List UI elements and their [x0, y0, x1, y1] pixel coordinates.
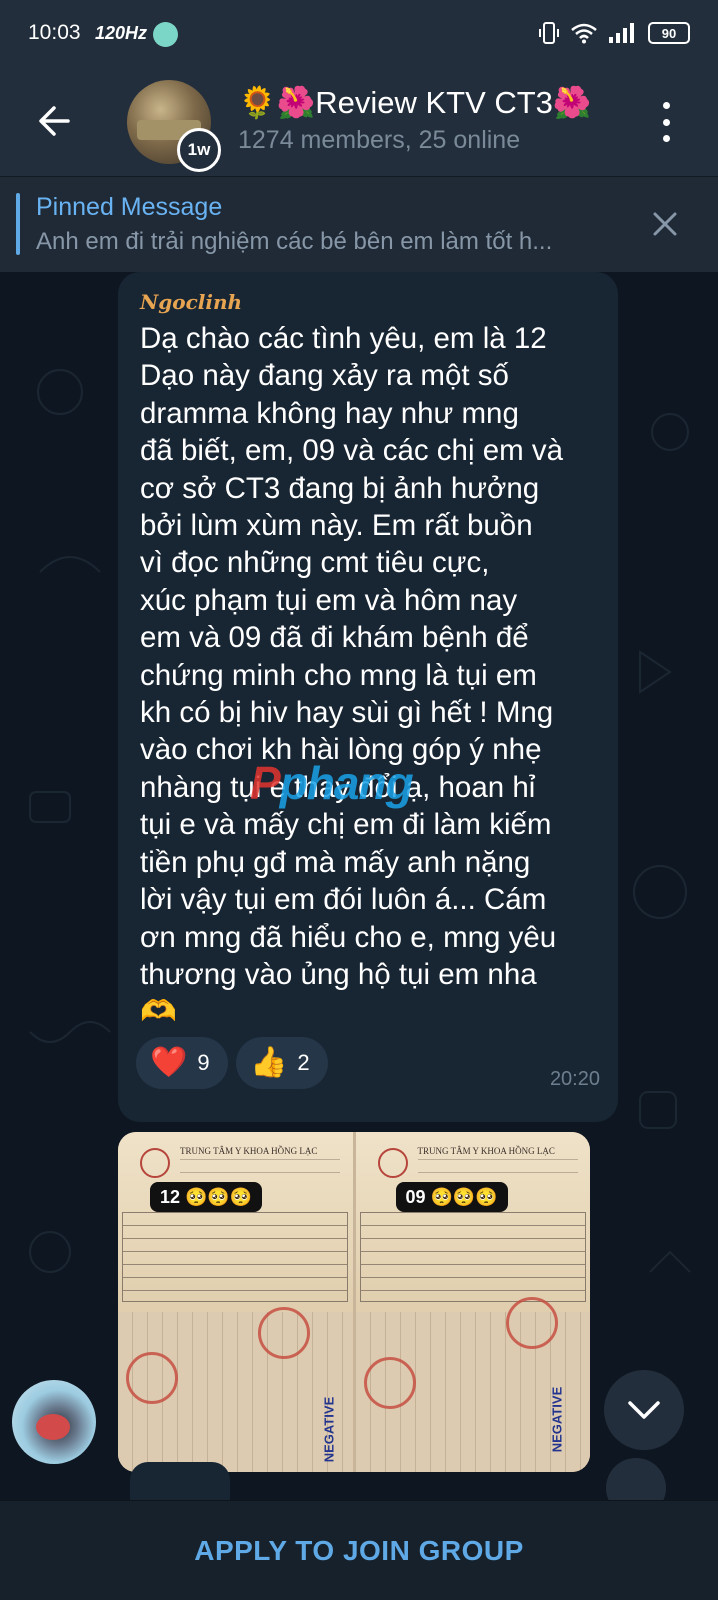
pinned-title: Pinned Message	[36, 193, 223, 221]
status-time: 10:03	[28, 21, 81, 44]
arrow-left-icon	[39, 106, 70, 136]
chat-area[interactable]: Ngoclinh Dạ chào các tình yêu, em là 12 …	[0, 272, 718, 1500]
reaction-count: 9	[197, 1050, 210, 1075]
photo-test-result-09[interactable]: TRUNG TÂM Y KHOA HỒNG LẠC NEGATIVE 09 🥺🥺…	[355, 1132, 590, 1472]
negative-mark: NEGATIVE	[321, 1396, 337, 1463]
pinned-preview: Anh em đi trải nghiệm các bé bên em làm …	[36, 228, 553, 255]
reaction-thumbs-up[interactable]: 👍 2	[236, 1037, 328, 1089]
status-bar: 10:03 120Hz 90	[0, 0, 718, 66]
vibrate-icon	[539, 22, 559, 44]
photo-album[interactable]: TRUNG TÂM Y KHOA HỒNG LẠC NEGATIVE 12 🥺🥺…	[118, 1132, 590, 1472]
wifi-icon	[571, 23, 597, 44]
photo-caption-tag: 12 🥺🥺🥺	[150, 1182, 263, 1212]
dot-icon	[662, 118, 670, 126]
chat-header: 1w 🌻🌺Review KTV CT3🌺 1274 members, 25 on…	[0, 66, 718, 176]
more-options-button[interactable]	[660, 102, 672, 142]
red-stamp	[505, 1297, 558, 1349]
red-stamp	[258, 1307, 310, 1359]
clinic-name: TRUNG TÂM Y KHOA HỒNG LẠC	[417, 1146, 555, 1156]
sender-name[interactable]: Ngoclinh	[140, 290, 242, 314]
group-title[interactable]: 🌻🌺Review KTV CT3🌺	[238, 84, 592, 121]
dot-icon	[662, 135, 670, 142]
chevron-down-icon	[628, 1401, 660, 1419]
heart-icon: ❤️	[150, 1046, 188, 1079]
message-time: 20:20	[549, 1068, 600, 1090]
pinned-indicator	[16, 193, 20, 255]
sender-avatar[interactable]	[12, 1380, 96, 1464]
status-icons: 90	[538, 20, 690, 46]
reaction-heart[interactable]: ❤️ 9	[136, 1037, 228, 1089]
photo-test-result-12[interactable]: TRUNG TÂM Y KHOA HỒNG LẠC NEGATIVE 12 🥺🥺…	[118, 1132, 353, 1472]
battery-icon: 90	[648, 22, 690, 44]
notification-app-icon	[153, 22, 178, 47]
message-text: Dạ chào các tình yêu, em là 12 Dạo này đ…	[140, 322, 564, 1029]
signal-icon	[609, 23, 634, 43]
red-stamp	[126, 1352, 178, 1404]
apply-to-join-button[interactable]: APPLY TO JOIN GROUP	[194, 1535, 524, 1567]
photo-caption-tag: 09 🥺🥺🥺	[395, 1182, 508, 1212]
watermark-logo: Pphang	[250, 757, 414, 809]
bottom-bar: APPLY TO JOIN GROUP	[0, 1500, 718, 1600]
scroll-down-button[interactable]	[604, 1370, 684, 1450]
back-button[interactable]	[30, 96, 80, 146]
refresh-rate-indicator: 120Hz	[95, 23, 148, 43]
clinic-logo	[140, 1148, 170, 1178]
result-table	[359, 1212, 586, 1302]
next-message-bubble[interactable]	[130, 1462, 230, 1500]
avatar-badge: 1w	[177, 128, 221, 172]
dot-icon	[662, 102, 670, 109]
clinic-logo	[377, 1148, 408, 1178]
pinned-message-bar[interactable]: Pinned Message Anh em đi trải nghiệm các…	[0, 176, 718, 272]
negative-mark: NEGATIVE	[548, 1386, 564, 1453]
reaction-count: 2	[297, 1050, 310, 1075]
thumbs-up-icon: 👍	[250, 1046, 288, 1079]
red-stamp	[363, 1357, 416, 1409]
group-member-count: 1274 members, 25 online	[238, 126, 521, 154]
close-icon	[653, 212, 677, 236]
result-table	[122, 1212, 348, 1302]
close-pinned-button[interactable]	[650, 209, 680, 239]
message-bubble[interactable]: Ngoclinh Dạ chào các tình yêu, em là 12 …	[118, 272, 618, 1122]
clinic-name: TRUNG TÂM Y KHOA HỒNG LẠC	[180, 1146, 318, 1156]
